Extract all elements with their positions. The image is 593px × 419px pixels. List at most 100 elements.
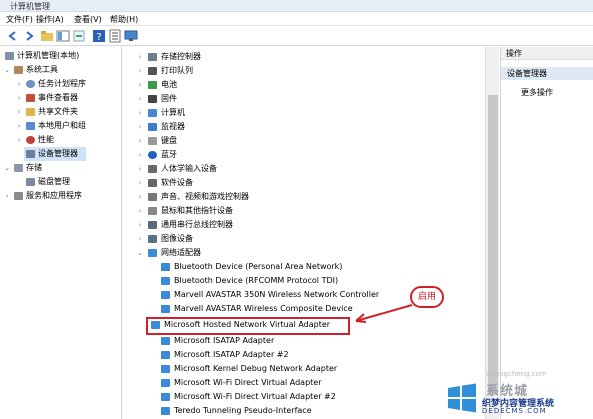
tree-item-performance[interactable]: › 性能 (2, 133, 120, 147)
performance-icon (26, 136, 35, 144)
chevron-right-icon[interactable]: › (137, 218, 143, 232)
network-adapter-icon (161, 263, 170, 271)
network-adapter-icon (161, 305, 170, 313)
hid-icon (148, 165, 157, 173)
storage-controller-icon (148, 53, 157, 61)
chevron-down-icon[interactable]: ⌄ (137, 246, 143, 260)
title-bar: 计算机管理 (0, 0, 593, 12)
folder-icon (26, 108, 35, 116)
left-tree-pane: 计算机管理(本地) ⌄ 系统工具 › 任务计划程序 › 事件查看器 › 共享文件… (0, 47, 122, 419)
view-icon[interactable] (56, 29, 70, 43)
back-icon[interactable] (6, 29, 20, 43)
network-adapter-icon (161, 407, 170, 415)
bluetooth-icon (148, 151, 157, 159)
actions-pane: 操作 设备管理器 更多操作 (500, 47, 593, 419)
watermark-line2: DEDECMS.COM (482, 407, 547, 415)
network-adapter-icon (161, 393, 170, 401)
tools-icon (14, 66, 23, 74)
actions-device-manager[interactable]: 设备管理器 (501, 67, 593, 80)
chevron-right-icon[interactable]: › (137, 232, 143, 246)
windows-logo-icon (448, 383, 476, 413)
clock-icon (26, 80, 35, 88)
chevron-right-icon[interactable]: › (137, 64, 143, 78)
tree-item-device-manager[interactable]: 设备管理器 (24, 147, 86, 161)
network-adapter-icon (161, 337, 170, 345)
storage-icon (14, 164, 23, 172)
chevron-right-icon[interactable]: › (137, 148, 143, 162)
chevron-right-icon[interactable]: › (137, 176, 143, 190)
services-icon (14, 192, 23, 200)
chevron-right-icon[interactable]: › (137, 78, 143, 92)
chevron-right-icon[interactable]: › (16, 77, 22, 91)
menu-bar: 文件(F) 操作(A) 查看(V) 帮助(H) (0, 12, 593, 26)
monitor-icon (148, 123, 157, 131)
svg-text:?: ? (96, 32, 101, 43)
chevron-right-icon[interactable]: › (4, 189, 10, 203)
network-adapter-icon (161, 365, 170, 373)
window-title: 计算机管理 (10, 2, 50, 11)
chevron-right-icon[interactable]: › (16, 91, 22, 105)
monitor-icon[interactable] (124, 29, 138, 43)
menu-action[interactable]: 操作(A) (36, 14, 64, 25)
chevron-down-icon[interactable]: ⌄ (4, 63, 10, 77)
chevron-right-icon[interactable]: › (137, 204, 143, 218)
refresh-icon[interactable] (72, 29, 86, 43)
chevron-right-icon[interactable]: › (137, 134, 143, 148)
firmware-icon (148, 95, 157, 103)
tree-item-computer-management[interactable]: 计算机管理(本地) (2, 49, 120, 63)
annotation-arrow-icon (355, 304, 413, 323)
chevron-right-icon[interactable]: › (137, 50, 143, 64)
toolbar: ? (0, 26, 593, 46)
highlight-box (146, 317, 350, 335)
network-adapter-icon (161, 351, 170, 359)
tree-item-local-users[interactable]: › 本地用户和组 (2, 119, 120, 133)
tree-item-task-scheduler[interactable]: › 任务计划程序 (2, 77, 120, 91)
tree-item-disk-management[interactable]: 磁盘管理 (2, 175, 120, 189)
forward-icon[interactable] (22, 29, 36, 43)
help-icon[interactable]: ? (92, 29, 106, 43)
chevron-right-icon[interactable]: › (137, 120, 143, 134)
network-adapter-icon (161, 277, 170, 285)
keyboard-icon (148, 137, 157, 145)
watermark-site: xitongcheng.com (486, 370, 547, 378)
tree-item-services-apps[interactable]: › 服务和应用程序 (2, 189, 120, 203)
camera-icon (148, 235, 157, 243)
tree-item-shared-folders[interactable]: › 共享文件夹 (2, 105, 120, 119)
tree-item-event-viewer[interactable]: › 事件查看器 (2, 91, 120, 105)
usb-icon (148, 221, 157, 229)
network-icon (148, 249, 157, 257)
network-adapter-icon (161, 291, 170, 299)
watermark: xitongcheng.com 系统城 织梦内容管理系统 DEDECMS.COM (440, 370, 593, 419)
tree-item-system-tools[interactable]: ⌄ 系统工具 (2, 63, 120, 77)
mouse-icon (148, 207, 157, 215)
properties-icon[interactable] (108, 29, 122, 43)
printer-icon (148, 67, 157, 75)
enable-annotation-badge: 启用 (410, 286, 444, 308)
device-manager-icon (26, 150, 35, 158)
menu-file[interactable]: 文件(F) (6, 14, 33, 25)
chevron-right-icon[interactable]: › (16, 105, 22, 119)
chevron-right-icon[interactable]: › (137, 162, 143, 176)
users-icon (26, 122, 35, 130)
chevron-down-icon[interactable]: ⌄ (4, 161, 10, 175)
battery-icon (148, 81, 157, 89)
actions-header: 操作 (501, 47, 593, 60)
menu-help[interactable]: 帮助(H) (110, 14, 138, 25)
tree-item-storage[interactable]: ⌄ 存储 (2, 161, 120, 175)
chevron-right-icon[interactable]: › (16, 119, 22, 133)
menu-view[interactable]: 查看(V) (74, 14, 102, 25)
scrollbar-thumb[interactable] (488, 95, 498, 395)
computer-icon (5, 52, 14, 60)
chevron-right-icon[interactable]: › (137, 190, 143, 204)
sound-icon (148, 193, 157, 201)
computer-icon (148, 109, 157, 117)
folder-icon[interactable] (40, 29, 54, 43)
vertical-scrollbar[interactable] (485, 47, 499, 419)
more-actions-link[interactable]: 更多操作 (521, 86, 553, 99)
chevron-right-icon[interactable]: › (137, 106, 143, 120)
chevron-right-icon[interactable]: › (16, 133, 22, 147)
chevron-right-icon[interactable]: › (137, 92, 143, 106)
device-list-pane: › 存储控制器 › 打印队列 › 电池 › 固件 › 计算机 › 监视器 › 键… (123, 47, 499, 419)
network-adapter-icon (161, 379, 170, 387)
software-device-icon (148, 179, 157, 187)
